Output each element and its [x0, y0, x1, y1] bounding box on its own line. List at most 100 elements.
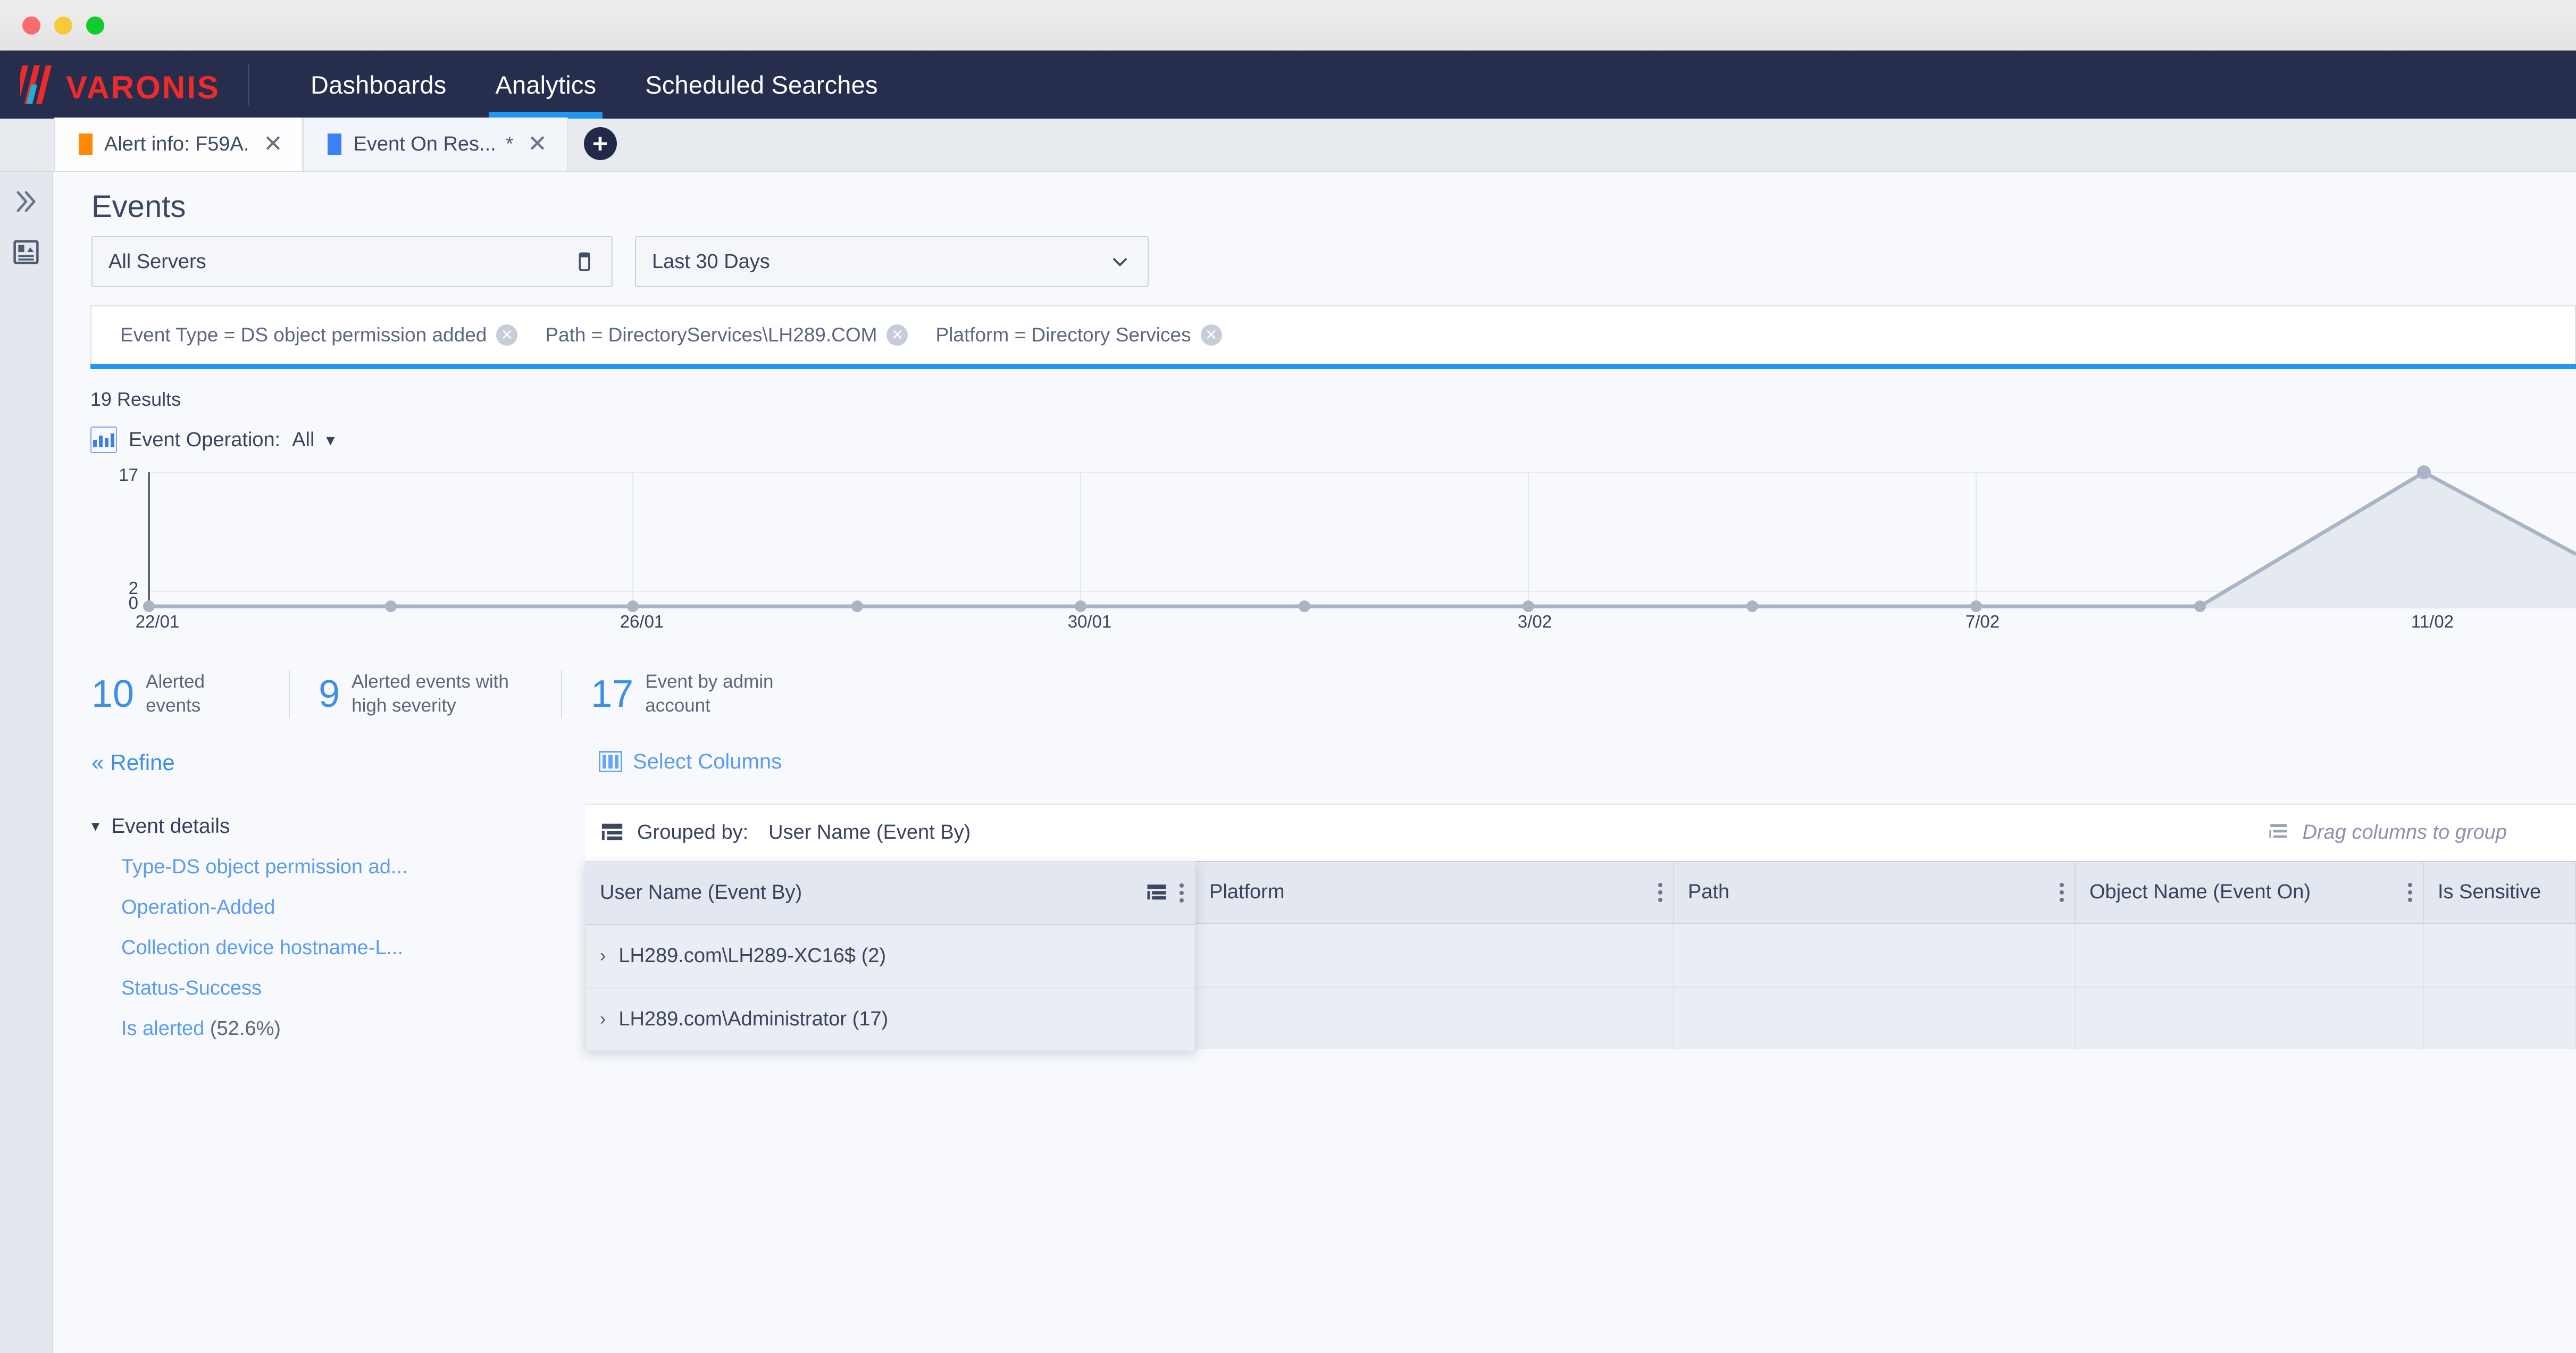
- kpi-admin-account-value: 17: [591, 675, 633, 713]
- close-icon[interactable]: ✕: [261, 132, 285, 156]
- nav-item-analytics[interactable]: Analytics: [471, 51, 621, 119]
- book-report-icon[interactable]: [12, 238, 40, 266]
- event-operation-selector[interactable]: Event Operation: All ▾: [53, 411, 2576, 453]
- drag-columns-hint-label: Drag columns to group: [2303, 821, 2507, 844]
- filter-chip-path[interactable]: Path = DirectoryServices\LH289.COM ✕: [545, 324, 935, 346]
- tab-event-on-res-label: Event On Res...: [353, 133, 496, 156]
- tab-strip: Alert info: F59A. ✕ Event On Res... * ✕ …: [0, 119, 2576, 172]
- chart-point: [1299, 600, 1310, 612]
- minimize-window-button[interactable]: [54, 16, 72, 35]
- grouped-by-value: User Name (Event By): [768, 821, 971, 844]
- kpi-high-severity: 9 Alerted events with high severity: [289, 670, 561, 718]
- varonis-logo[interactable]: VARONIS: [0, 64, 271, 105]
- app-body: Events All Servers Last 30 Days Event Ty…: [0, 172, 2576, 1353]
- maximize-window-button[interactable]: [86, 16, 104, 35]
- tab-event-on-res[interactable]: Event On Res... * ✕: [303, 118, 567, 171]
- kpi-alerted-events-label: Alerted events: [146, 670, 260, 718]
- logo-divider: [248, 64, 249, 105]
- x-axis-tick-1: 26/01: [620, 612, 664, 632]
- grid-column-header-object-name[interactable]: Object Name (Event On): [2076, 862, 2424, 923]
- kpi-summary-row: 10 Alerted events 9 Alerted events with …: [53, 639, 2576, 718]
- nav-item-dashboards[interactable]: Dashboards: [286, 51, 471, 119]
- pinned-column-header[interactable]: User Name (Event By): [586, 862, 1194, 925]
- y-axis-tick-max: 17: [90, 465, 138, 485]
- select-columns-button[interactable]: Select Columns: [585, 750, 2576, 774]
- grid-column-header-is-sensitive[interactable]: Is Sensitive: [2424, 862, 2576, 923]
- grouped-by-indicator[interactable]: Grouped by: User Name (Event By): [600, 821, 971, 844]
- refine-item-is-alerted-label: Is alerted: [121, 1017, 204, 1040]
- filter-chip-path-label: Path = DirectoryServices\LH289.COM: [545, 324, 877, 346]
- grid-column-header-object-name-label: Object Name (Event On): [2089, 881, 2311, 904]
- refine-item-collection-device[interactable]: Collection device hostname-L...: [91, 919, 585, 959]
- refine-group-header[interactable]: ▾ Event details: [91, 815, 585, 838]
- grid-column-header-path-label: Path: [1688, 881, 1729, 904]
- refine-item-is-alerted[interactable]: Is alerted (52.6%): [91, 1000, 585, 1040]
- pinned-group-row-label: LH289.com\Administrator (17): [618, 1008, 888, 1031]
- pinned-group-row[interactable]: › LH289.com\LH289-XC16$ (2): [586, 925, 1194, 988]
- tab-strip-spacer: [617, 119, 2576, 171]
- top-navigation-bar: VARONIS Dashboards Analytics Scheduled S…: [0, 51, 2576, 119]
- column-menu-icon[interactable]: [2408, 883, 2412, 902]
- pinned-group-row[interactable]: › LH289.com\Administrator (17): [586, 988, 1194, 1050]
- filter-chip-platform-label: Platform = Directory Services: [935, 324, 1191, 346]
- column-picker-icon: [573, 250, 596, 273]
- expand-row-icon[interactable]: ›: [600, 1009, 606, 1030]
- chart-point: [627, 600, 639, 612]
- refine-toggle[interactable]: « Refine: [91, 750, 585, 775]
- chart-line: [149, 472, 2576, 606]
- table-cell-object-name: [2076, 988, 2424, 1049]
- grid-column-header-path[interactable]: Path: [1674, 862, 2076, 923]
- filter-controls-row: All Servers Last 30 Days: [53, 236, 2576, 287]
- chart-point: [385, 600, 397, 612]
- lower-section: « Refine ▾ Event details Type-DS object …: [53, 750, 2576, 1049]
- grid-column-header-is-sensitive-label: Is Sensitive: [2438, 881, 2541, 904]
- page-title: Events: [53, 172, 2576, 236]
- add-tab-button[interactable]: +: [584, 127, 617, 160]
- nav-item-scheduled-searches-label: Scheduled Searches: [645, 70, 877, 99]
- x-axis-tick-4: 7/02: [1966, 612, 2000, 632]
- column-menu-icon[interactable]: [1180, 883, 1184, 903]
- chart-point-peak: [2417, 465, 2431, 479]
- grid-column-header-platform[interactable]: Platform: [1195, 862, 1674, 923]
- kpi-alerted-events-value: 10: [91, 675, 134, 713]
- group-rows-icon[interactable]: [1145, 883, 1168, 903]
- chevron-down-icon[interactable]: ▾: [326, 430, 334, 450]
- event-operation-value: All: [292, 429, 314, 452]
- group-rows-icon: [600, 822, 624, 843]
- x-axis-tick-2: 30/01: [1068, 612, 1112, 632]
- tab-alert-info[interactable]: Alert info: F59A. ✕: [54, 118, 303, 171]
- x-axis-tick-5: 11/02: [2411, 612, 2454, 632]
- chart-point: [1075, 600, 1086, 612]
- chart-plot-area: [53, 464, 2576, 623]
- close-window-button[interactable]: [22, 16, 40, 35]
- chevron-double-right-icon[interactable]: [12, 188, 40, 215]
- events-timeline-chart: 17 2 0: [53, 464, 2576, 639]
- tab-color-swatch-icon: [328, 133, 341, 155]
- filter-chip-event-type[interactable]: Event Type = DS object permission added …: [120, 324, 545, 346]
- filter-chip-platform[interactable]: Platform = Directory Services ✕: [935, 324, 1249, 346]
- date-range-select[interactable]: Last 30 Days: [635, 236, 1149, 287]
- nav-item-scheduled-searches[interactable]: Scheduled Searches: [621, 51, 902, 119]
- chart-point: [851, 600, 863, 612]
- kpi-alerted-events: 10 Alerted events: [91, 670, 289, 718]
- server-scope-select[interactable]: All Servers: [91, 236, 613, 287]
- expand-row-icon[interactable]: ›: [600, 946, 606, 966]
- select-columns-label: Select Columns: [633, 750, 782, 774]
- remove-filter-icon[interactable]: ✕: [1201, 324, 1222, 346]
- column-menu-icon[interactable]: [2060, 883, 2064, 902]
- column-menu-icon[interactable]: [1658, 883, 1662, 902]
- close-icon[interactable]: ✕: [525, 132, 550, 156]
- refine-item-type[interactable]: Type-DS object permission ad...: [91, 838, 585, 879]
- remove-filter-icon[interactable]: ✕: [496, 324, 517, 346]
- refine-item-operation[interactable]: Operation-Added: [91, 879, 585, 919]
- active-filter-accent-rule: [90, 364, 2576, 369]
- remove-filter-icon[interactable]: ✕: [886, 324, 908, 346]
- table-cell-is-sensitive: [2424, 924, 2576, 987]
- table-cell-path: [1674, 924, 2076, 987]
- refine-item-status[interactable]: Status-Success: [91, 959, 585, 1000]
- results-grid-section: Select Columns Grouped by:: [585, 750, 2576, 1049]
- nav-item-analytics-label: Analytics: [495, 70, 596, 99]
- group-by-bar: Grouped by: User Name (Event By) Drag co…: [585, 804, 2576, 861]
- table-cell-platform: [1195, 924, 1674, 987]
- drag-columns-hint: Drag columns to group: [2265, 821, 2507, 844]
